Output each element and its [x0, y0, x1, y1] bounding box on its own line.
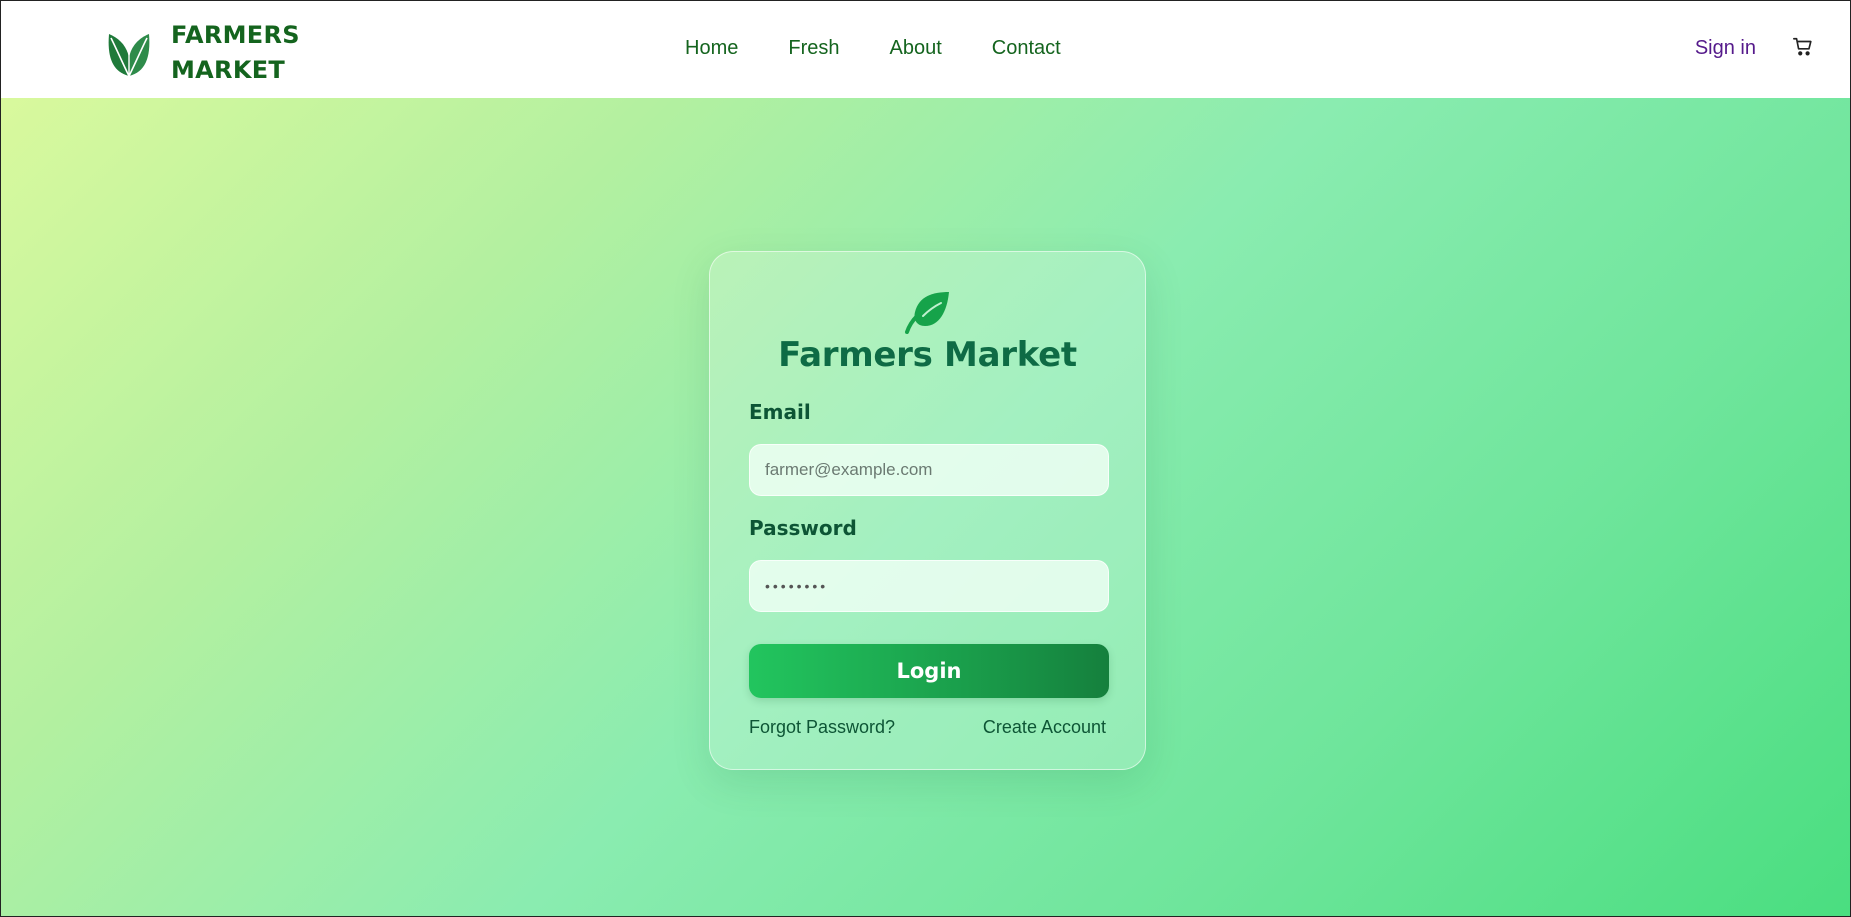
- login-title: Farmers Market: [778, 335, 1077, 375]
- leaf-icon: [904, 292, 949, 334]
- nav-link-contact[interactable]: Contact: [992, 37, 1061, 60]
- brand-line-1: FARMERS: [171, 21, 300, 49]
- password-field[interactable]: [749, 560, 1109, 612]
- nav-link-home[interactable]: Home: [685, 37, 738, 60]
- cart-icon[interactable]: [1792, 36, 1814, 58]
- email-field[interactable]: [749, 444, 1109, 496]
- brand-line-2: MARKET: [171, 56, 286, 84]
- main-nav: Home Fresh About Contact: [685, 37, 1111, 60]
- brand[interactable]: FARMERS MARKET: [107, 18, 300, 88]
- login-card: Farmers Market Email Password Login Forg…: [709, 251, 1146, 770]
- login-button[interactable]: Login: [749, 644, 1109, 698]
- navbar: FARMERS MARKET Home Fresh About Contact …: [1, 1, 1850, 98]
- leaves-icon: [108, 34, 150, 77]
- create-account-link[interactable]: Create Account: [983, 717, 1106, 738]
- page: FARMERS MARKET Home Fresh About Contact …: [0, 0, 1851, 917]
- brand-name: FARMERS MARKET: [171, 18, 300, 88]
- sign-in-link[interactable]: Sign in: [1695, 37, 1756, 60]
- nav-right: Sign in: [1695, 37, 1814, 60]
- email-label: Email: [749, 400, 811, 424]
- password-label: Password: [749, 516, 857, 540]
- nav-link-about[interactable]: About: [889, 37, 941, 60]
- forgot-password-link[interactable]: Forgot Password?: [749, 717, 895, 738]
- nav-link-fresh[interactable]: Fresh: [788, 37, 839, 60]
- login-links: Forgot Password? Create Account: [749, 717, 1106, 738]
